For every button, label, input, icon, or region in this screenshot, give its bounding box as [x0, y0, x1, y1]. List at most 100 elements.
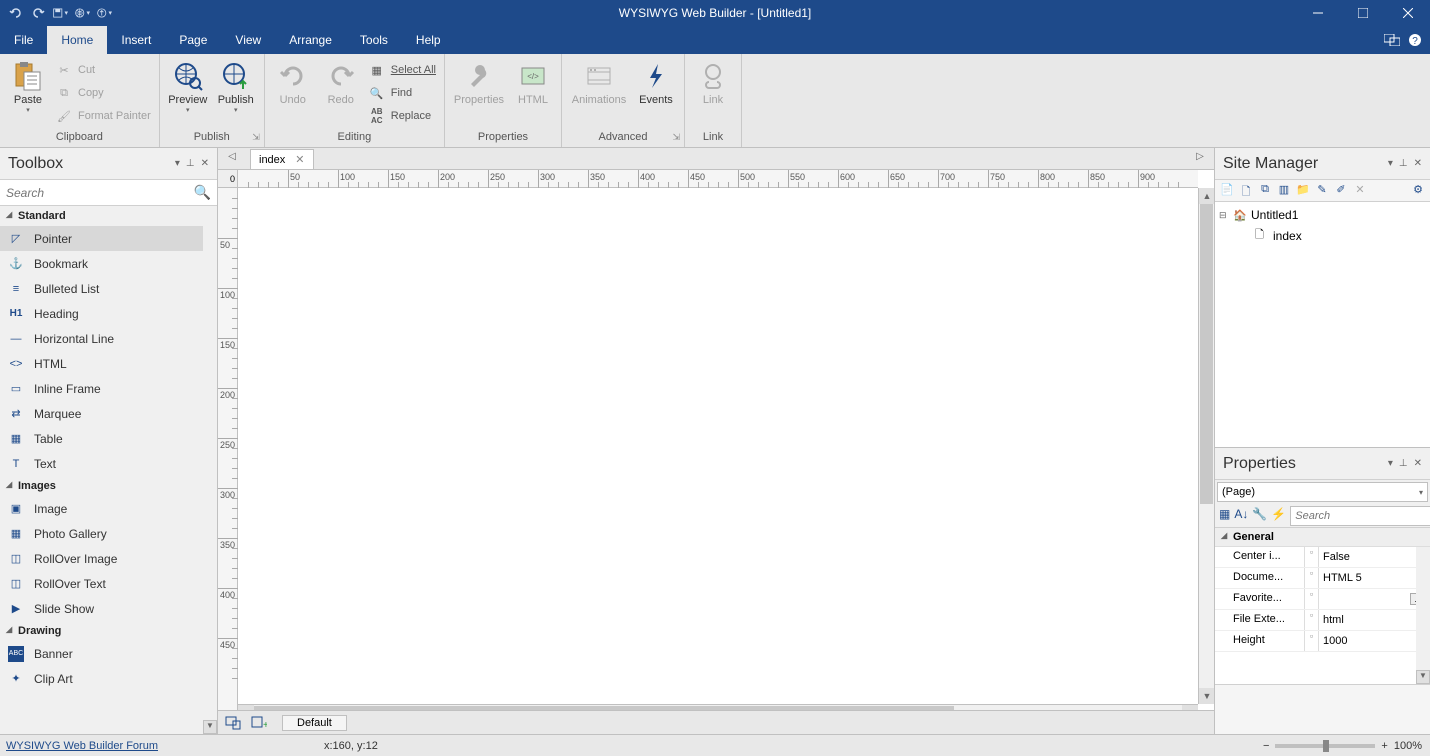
clone-icon[interactable]: ▥ — [1276, 183, 1292, 199]
properties-button[interactable]: Properties — [451, 56, 507, 106]
replace-button[interactable]: ABACReplace — [367, 106, 438, 126]
folder-icon[interactable]: 📁 — [1295, 183, 1311, 199]
edit2-icon[interactable]: ✐ — [1333, 183, 1349, 199]
close-button[interactable] — [1385, 0, 1430, 26]
property-row[interactable]: Docume...▫HTML 5 — [1215, 568, 1430, 589]
redo-icon[interactable] — [30, 5, 46, 21]
paste-button[interactable]: Paste ▾ — [6, 56, 50, 114]
toolbox-item[interactable]: <>HTML — [0, 351, 217, 376]
wrench-icon[interactable]: 🔧 — [1252, 507, 1267, 525]
html-button[interactable]: </> HTML — [511, 56, 555, 106]
publish-button[interactable]: Publish ▾ — [214, 56, 258, 114]
tab-close-icon[interactable]: ✕ — [295, 153, 304, 166]
horizontal-ruler[interactable]: 5010015020025030035040045050055060065070… — [238, 170, 1198, 188]
properties-selector[interactable]: (Page)▾ — [1217, 482, 1428, 502]
events-button[interactable]: Events — [634, 56, 678, 106]
properties-search[interactable]: 🔍 — [1290, 506, 1430, 526]
scroll-up-icon[interactable]: ▲ — [1199, 188, 1214, 204]
properties-search-input[interactable] — [1295, 510, 1430, 522]
toolbox-item[interactable]: —Horizontal Line — [0, 326, 217, 351]
panel-menu-icon[interactable]: ▾ — [1388, 158, 1393, 169]
property-row[interactable]: File Exte...▫html — [1215, 610, 1430, 631]
responsive-icon[interactable] — [222, 714, 244, 732]
toolbox-category[interactable]: Standard — [0, 206, 217, 226]
tab-next-icon[interactable]: ▷ — [1192, 151, 1208, 167]
scroll-down-icon[interactable]: ▼ — [1416, 670, 1430, 684]
tree-child[interactable]: 🗋 index — [1241, 224, 1426, 247]
undo-button[interactable]: Undo — [271, 56, 315, 106]
edit-icon[interactable]: ✎ — [1314, 183, 1330, 199]
sort-icon[interactable]: A↓ — [1234, 507, 1248, 525]
help-icon[interactable]: ? — [1408, 33, 1422, 47]
dialog-launcher-icon[interactable]: ⇲ — [252, 132, 260, 143]
search-icon[interactable]: 🔍 — [194, 184, 211, 201]
menu-help[interactable]: Help — [402, 26, 455, 54]
property-row[interactable]: Height▫1000 — [1215, 631, 1430, 652]
add-breakpoint-icon[interactable]: + — [248, 714, 270, 732]
expand-icon[interactable]: ⊟ — [1219, 210, 1229, 221]
tree-root[interactable]: ⊟ 🏠 Untitled1 — [1219, 206, 1426, 224]
panel-menu-icon[interactable]: ▾ — [175, 158, 180, 169]
vertical-ruler[interactable]: 50100150200250300350400450 — [218, 188, 238, 716]
categorized-icon[interactable]: ▦ — [1219, 507, 1230, 525]
dialog-launcher-icon[interactable]: ⇲ — [672, 132, 680, 143]
zoom-slider[interactable] — [1275, 744, 1375, 748]
toolbox-item[interactable]: ▦Table — [0, 426, 217, 451]
menu-home[interactable]: Home — [47, 26, 107, 54]
menu-insert[interactable]: Insert — [107, 26, 165, 54]
vertical-scrollbar[interactable]: ▲ ▼ — [1198, 188, 1214, 704]
toolbox-item[interactable]: TText — [0, 451, 217, 476]
menu-file[interactable]: File — [0, 26, 47, 54]
toolbox-item[interactable]: ⇄Marquee — [0, 401, 217, 426]
undo-icon[interactable] — [8, 5, 24, 21]
preview-icon[interactable]: ▾ — [74, 5, 90, 21]
toolbox-item[interactable]: ▦Photo Gallery — [0, 521, 217, 546]
forum-link[interactable]: WYSIWYG Web Builder Forum — [0, 740, 158, 752]
copy-page-icon[interactable]: ⧉ — [1257, 183, 1273, 199]
save-icon[interactable]: ▾ — [52, 5, 68, 21]
property-row[interactable]: Favorite...▫... — [1215, 589, 1430, 610]
publish-icon[interactable]: ▾ — [96, 5, 112, 21]
minimize-button[interactable] — [1295, 0, 1340, 26]
property-category[interactable]: General — [1215, 528, 1430, 547]
close-icon[interactable]: ✕ — [1414, 158, 1422, 169]
zoom-handle[interactable] — [1323, 740, 1329, 752]
toolbox-item[interactable]: ⚓Bookmark — [0, 251, 217, 276]
maximize-button[interactable] — [1340, 0, 1385, 26]
toolbox-item[interactable]: ▣Image — [0, 496, 217, 521]
pin-icon[interactable]: ⊥ — [186, 158, 195, 169]
toolbox-item[interactable]: ◫RollOver Image — [0, 546, 217, 571]
toolbox-item[interactable]: ▶Slide Show — [0, 596, 217, 621]
new-page-icon[interactable]: 📄 — [1219, 183, 1235, 199]
pin-icon[interactable]: ⊥ — [1399, 158, 1408, 169]
redo-button[interactable]: Redo — [319, 56, 363, 106]
close-icon[interactable]: ✕ — [1414, 458, 1422, 469]
zoom-level[interactable]: 100% — [1394, 740, 1422, 752]
breakpoint-selector[interactable]: Default — [282, 715, 347, 731]
toolbox-item[interactable]: ▭Inline Frame — [0, 376, 217, 401]
toolbox-item[interactable]: H1Heading — [0, 301, 217, 326]
search-input[interactable] — [6, 186, 194, 200]
toolbox-item[interactable]: ✦Clip Art — [0, 666, 217, 691]
animations-button[interactable]: Animations — [568, 56, 630, 106]
link-button[interactable]: Link — [691, 56, 735, 106]
page-canvas[interactable] — [238, 188, 1198, 704]
site-tree[interactable]: ⊟ 🏠 Untitled1 🗋 index — [1215, 202, 1430, 447]
toolbox-item[interactable]: ◸Pointer — [0, 226, 217, 251]
tab-prev-icon[interactable]: ◁ — [224, 151, 240, 167]
menu-tools[interactable]: Tools — [346, 26, 402, 54]
scroll-down-icon[interactable]: ▼ — [203, 720, 217, 734]
pin-icon[interactable]: ⊥ — [1399, 458, 1408, 469]
menu-arrange[interactable]: Arrange — [275, 26, 346, 54]
property-row[interactable]: Center i...▫False — [1215, 547, 1430, 568]
scroll-thumb[interactable] — [1200, 204, 1213, 504]
close-icon[interactable]: ✕ — [201, 158, 209, 169]
new-folder-icon[interactable]: 🗋 — [1238, 183, 1254, 199]
toolbox-search[interactable]: 🔍 — [0, 180, 217, 206]
zoom-in-button[interactable]: + — [1381, 740, 1387, 752]
toolbox-category[interactable]: Images — [0, 476, 217, 496]
toolbox-category[interactable]: Drawing — [0, 621, 217, 641]
toolbox-item[interactable]: ◫RollOver Text — [0, 571, 217, 596]
panel-menu-icon[interactable]: ▾ — [1388, 458, 1393, 469]
format-painter-button[interactable]: 🖌Format Painter — [54, 106, 153, 126]
